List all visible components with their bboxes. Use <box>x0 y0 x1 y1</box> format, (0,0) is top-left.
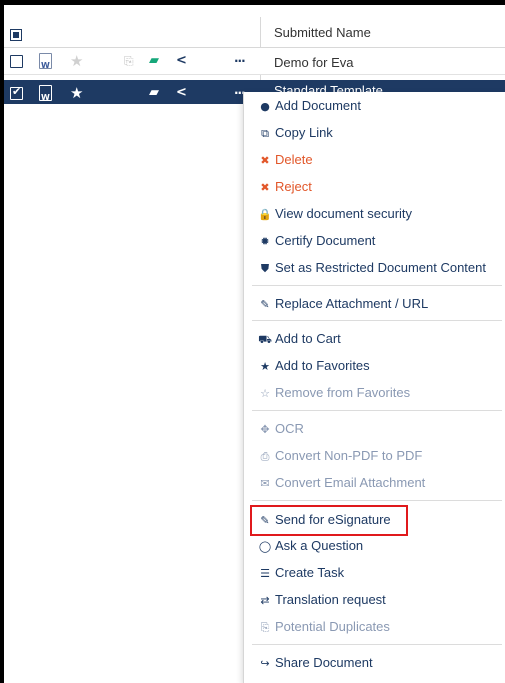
menu-item-add-document[interactable]: ● Add Document <box>258 96 361 116</box>
menu-item-view-document-security[interactable]: 🔒 View document security <box>258 204 412 224</box>
menu-item-label: Remove from Favorites <box>275 385 411 400</box>
menu-item-convert-non-pdf[interactable]: ⎙ Convert Non-PDF to PDF <box>258 446 423 466</box>
more-actions-icon[interactable]: ··· <box>234 52 246 70</box>
menu-item-label: Convert Non-PDF to PDF <box>275 448 423 463</box>
menu-item-set-restricted-content[interactable]: ⛊ Set as Restricted Document Content <box>258 258 486 278</box>
menu-item-create-task[interactable]: ☰ Create Task <box>258 563 344 583</box>
notes-icon[interactable]: ▰ <box>149 52 159 70</box>
row-document-name[interactable]: Demo for Eva <box>274 55 353 70</box>
menu-item-reject[interactable]: ✖ Reject <box>258 177 312 197</box>
star-outline-icon: ☆ <box>260 387 270 400</box>
menu-item-label: Translation request <box>275 592 386 607</box>
grid-header: Submitted Name <box>4 5 505 87</box>
paperclip-icon: ✎ <box>260 298 270 311</box>
menu-item-label: Reject <box>275 179 312 194</box>
menu-item-label: Replace Attachment / URL <box>275 296 429 311</box>
highlight-box <box>250 505 408 536</box>
menu-item-ask-a-question[interactable]: ◯ Ask a Question <box>258 536 363 556</box>
menu-item-label: Create Task <box>275 565 345 580</box>
menu-item-add-to-favorites[interactable]: ★ Add to Favorites <box>258 356 370 376</box>
cart-icon: ⛟ <box>258 333 272 346</box>
menu-divider <box>252 644 502 645</box>
menu-item-remove-from-favorites[interactable]: ☆ Remove from Favorites <box>258 383 410 403</box>
menu-item-label: OCR <box>275 421 304 436</box>
notes-icon[interactable]: ▰ <box>149 84 159 102</box>
translate-icon: ⇄ <box>260 594 270 607</box>
menu-divider <box>252 320 502 321</box>
menu-item-share-document[interactable]: ↪ Share Document <box>258 653 373 673</box>
select-all-checkbox[interactable] <box>10 29 22 41</box>
menu-item-potential-duplicates[interactable]: ⎘ Potential Duplicates <box>258 617 390 637</box>
menu-item-label: Add Document <box>275 98 361 113</box>
duplicate-icon: ⎘ <box>260 621 270 634</box>
favorite-star-icon[interactable]: ★ <box>70 84 83 102</box>
menu-item-copy-link[interactable]: ⧉ Copy Link <box>258 123 333 143</box>
menu-item-label: Copy Link <box>275 125 333 140</box>
menu-divider <box>252 500 502 501</box>
doc-letter: W <box>41 93 50 102</box>
menu-item-label: Set as Restricted Document Content <box>275 260 486 275</box>
app-frame: Submitted Name W ★ ⎘ ▰ < ··· Demo for Ev… <box>0 0 505 683</box>
word-document-icon[interactable]: W <box>39 53 52 70</box>
menu-item-label: Ask a Question <box>275 538 364 553</box>
plus-circle-icon: ● <box>260 100 270 113</box>
menu-item-label: Share Document <box>275 655 373 670</box>
duplicate-icon[interactable]: ⎘ <box>124 52 134 70</box>
menu-divider <box>252 410 502 411</box>
menu-item-label: Potential Duplicates <box>275 619 390 634</box>
star-icon: ★ <box>260 360 270 373</box>
document-context-menu: ● Add Document ⧉ Copy Link ✖ Delete ✖ Reject… <box>243 92 505 683</box>
lock-icon: 🔒 <box>258 208 272 221</box>
row-checkbox-checked[interactable] <box>10 85 23 100</box>
menu-item-certify-document[interactable]: ✹ Certify Document <box>258 231 375 251</box>
menu-item-label: Delete <box>275 152 313 167</box>
crosshair-icon: ✥ <box>260 423 270 436</box>
menu-item-label: Convert Email Attachment <box>275 475 426 490</box>
share-icon[interactable]: < <box>176 52 187 70</box>
share-icon[interactable]: < <box>176 84 187 102</box>
menu-item-label: Add to Cart <box>275 331 341 346</box>
menu-item-convert-email-attachment[interactable]: ✉ Convert Email Attachment <box>258 473 425 493</box>
close-icon: ✖ <box>260 181 270 194</box>
certificate-icon: ✹ <box>260 235 270 248</box>
shield-icon: ⛊ <box>260 262 270 275</box>
envelope-icon: ✉ <box>260 477 270 490</box>
menu-item-label: Certify Document <box>275 233 376 248</box>
doc-letter: W <box>41 61 50 70</box>
menu-item-label: View document security <box>275 206 413 221</box>
menu-item-add-to-cart[interactable]: ⛟ Add to Cart <box>258 329 341 349</box>
menu-item-translation-request[interactable]: ⇄ Translation request <box>258 590 386 610</box>
close-icon: ✖ <box>260 154 270 167</box>
pdf-file-icon: ⎙ <box>260 450 270 463</box>
task-list-icon: ☰ <box>260 567 270 580</box>
word-document-icon[interactable]: W <box>39 85 52 102</box>
favorite-star-icon[interactable]: ★ <box>70 52 83 70</box>
row-checkbox[interactable] <box>10 55 23 68</box>
menu-item-delete[interactable]: ✖ Delete <box>258 150 313 170</box>
menu-divider <box>252 285 502 286</box>
menu-item-label: Add to Favorites <box>275 358 370 373</box>
menu-item-replace-attachment[interactable]: ✎ Replace Attachment / URL <box>258 294 428 314</box>
speech-bubble-icon: ◯ <box>258 540 272 553</box>
column-header-submitted-name[interactable]: Submitted Name <box>274 25 371 40</box>
copy-icon: ⧉ <box>261 127 269 140</box>
table-row[interactable]: W ★ ⎘ ▰ < ··· Demo for Eva <box>4 48 505 75</box>
menu-item-ocr[interactable]: ✥ OCR <box>258 419 304 439</box>
share-arrow-icon: ↪ <box>260 657 270 670</box>
